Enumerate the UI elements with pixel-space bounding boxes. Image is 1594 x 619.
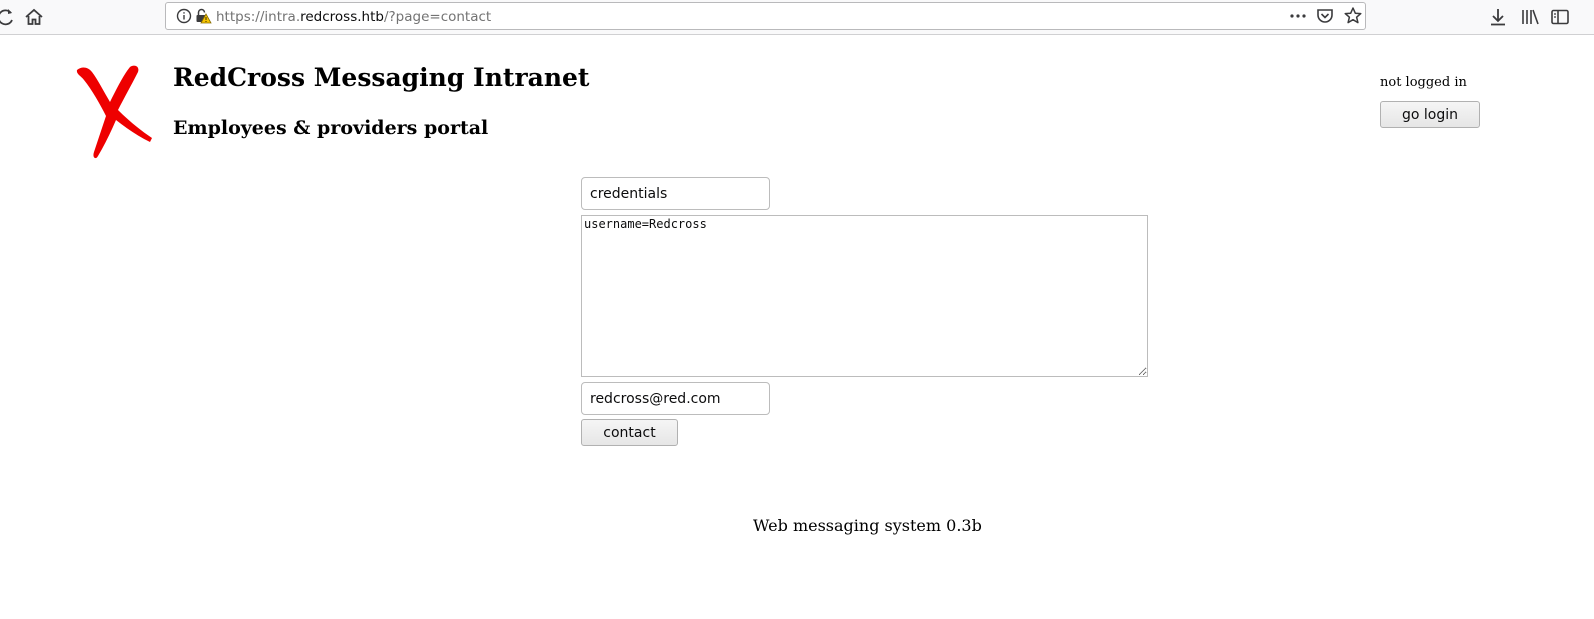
download-icon[interactable] bbox=[1486, 5, 1510, 29]
page-title: RedCross Messaging Intranet bbox=[173, 63, 590, 92]
browser-toolbar: https://intra.redcross.htb/?page=contact bbox=[0, 0, 1594, 35]
home-icon[interactable] bbox=[22, 5, 46, 29]
login-status: not logged in bbox=[1380, 75, 1467, 90]
message-textarea[interactable]: username=Redcross bbox=[581, 215, 1148, 377]
footer-version-text: Web messaging system 0.3b bbox=[753, 516, 982, 535]
go-login-button[interactable]: go login bbox=[1380, 101, 1480, 128]
pocket-icon[interactable] bbox=[1313, 4, 1337, 28]
insecure-lock-icon[interactable] bbox=[191, 4, 215, 28]
url-text[interactable]: https://intra.redcross.htb/?page=contact bbox=[216, 9, 491, 25]
contact-submit-button[interactable]: contact bbox=[581, 419, 678, 446]
reload-icon[interactable] bbox=[0, 5, 18, 29]
sidebar-icon[interactable] bbox=[1548, 5, 1572, 29]
redcross-x-logo-icon bbox=[76, 65, 152, 159]
page-subtitle: Employees & providers portal bbox=[173, 117, 489, 139]
subject-input[interactable] bbox=[581, 177, 770, 210]
library-icon[interactable] bbox=[1518, 5, 1542, 29]
email-input[interactable] bbox=[581, 382, 770, 415]
page-actions-icon[interactable] bbox=[1286, 4, 1310, 28]
bookmark-star-icon[interactable] bbox=[1341, 4, 1365, 28]
address-bar[interactable]: https://intra.redcross.htb/?page=contact bbox=[165, 2, 1366, 30]
